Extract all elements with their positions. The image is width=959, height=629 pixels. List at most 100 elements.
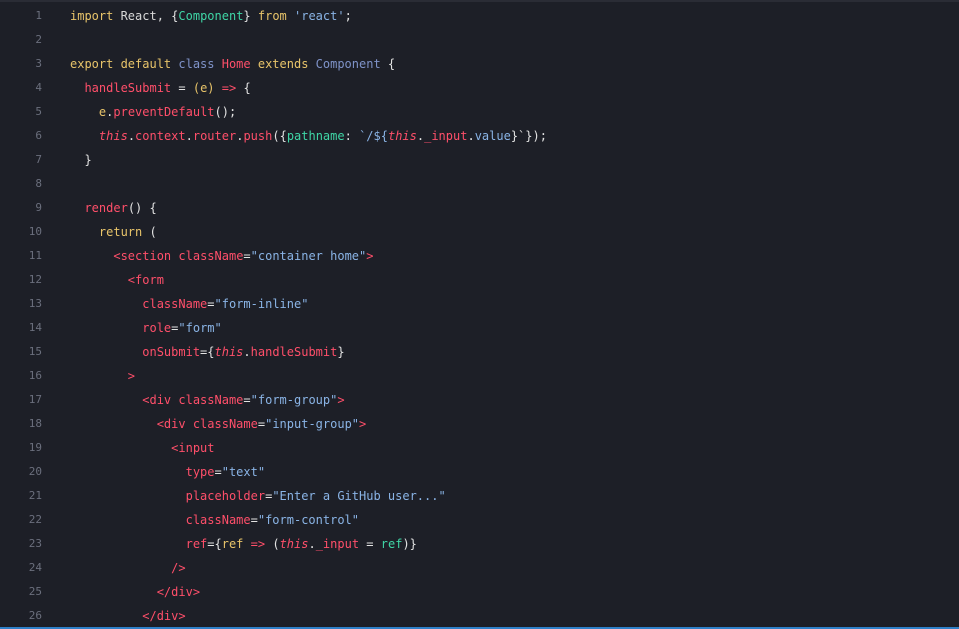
line-number: 12 bbox=[28, 273, 42, 286]
code-line[interactable]: 12 <form bbox=[0, 268, 959, 292]
code-token: className bbox=[178, 393, 244, 407]
code-token: ; bbox=[344, 9, 352, 23]
code-line[interactable]: 4 handleSubmit = (e) => { bbox=[0, 76, 959, 100]
code-token: { bbox=[243, 81, 251, 95]
line-number: 26 bbox=[28, 609, 42, 622]
line-number: 7 bbox=[35, 153, 42, 166]
code-line[interactable]: 3 export default class Home extends Compo… bbox=[0, 52, 959, 76]
code-token: ref bbox=[221, 537, 244, 551]
code-token: = bbox=[359, 537, 381, 551]
code-token: "form" bbox=[178, 321, 222, 335]
code-token: . bbox=[243, 345, 251, 359]
code-token: . bbox=[308, 537, 316, 551]
code-line[interactable]: 17 <div className="form-group"> bbox=[0, 388, 959, 412]
code-line[interactable]: 14 role="form" bbox=[0, 316, 959, 340]
code-line[interactable]: 5 e.preventDefault(); bbox=[0, 100, 959, 124]
code-editor[interactable]: 1 import React, {Component} from 'react';… bbox=[0, 0, 959, 629]
code-token: "input-group" bbox=[265, 417, 360, 431]
code-token: pathname bbox=[286, 129, 345, 143]
code-token: () { bbox=[127, 201, 157, 215]
code-token: = bbox=[207, 297, 215, 311]
code-line[interactable]: 15 onSubmit={this.handleSubmit} bbox=[0, 340, 959, 364]
code-text: render() { bbox=[70, 196, 157, 220]
code-token: "container home" bbox=[250, 249, 367, 263]
code-line[interactable]: 23 ref={ref => (this._input = ref)} bbox=[0, 532, 959, 556]
code-line[interactable]: 9 render() { bbox=[0, 196, 959, 220]
line-number: 15 bbox=[28, 345, 42, 358]
code-line[interactable]: 13 className="form-inline" bbox=[0, 292, 959, 316]
code-token: => bbox=[243, 537, 273, 551]
code-token: }` bbox=[510, 129, 526, 143]
code-token: className bbox=[178, 249, 244, 263]
code-token: type bbox=[185, 465, 215, 479]
code-token: <input bbox=[171, 441, 215, 455]
code-token: { bbox=[387, 57, 396, 71]
code-token: <div bbox=[142, 393, 179, 407]
line-number: 11 bbox=[28, 249, 42, 262]
code-line[interactable]: 1 import React, {Component} from 'react'; bbox=[0, 4, 959, 28]
line-number: 14 bbox=[28, 321, 42, 334]
code-line[interactable]: 18 <div className="input-group"> bbox=[0, 412, 959, 436]
code-token: (); bbox=[214, 105, 237, 119]
code-token: (e) bbox=[192, 81, 215, 95]
code-line[interactable]: 25 </div> bbox=[0, 580, 959, 604]
code-token: this bbox=[214, 345, 244, 359]
line-number: 21 bbox=[28, 489, 42, 502]
code-token: } bbox=[243, 9, 258, 23]
code-token: > bbox=[359, 417, 367, 431]
code-token: = bbox=[243, 249, 251, 263]
code-text: <div className="form-group"> bbox=[70, 388, 345, 412]
code-line[interactable]: 11 <section className="container home"> bbox=[0, 244, 959, 268]
line-number: 24 bbox=[28, 561, 42, 574]
code-token: > bbox=[337, 393, 345, 407]
code-token: `/${ bbox=[359, 129, 388, 143]
code-token: ={ bbox=[207, 537, 222, 551]
code-text: handleSubmit = (e) => { bbox=[70, 76, 251, 100]
line-number: 25 bbox=[28, 585, 42, 598]
code-token: <form bbox=[127, 273, 164, 287]
code-token: onSubmit bbox=[142, 345, 201, 359]
code-token: this bbox=[387, 129, 417, 143]
code-line[interactable]: 22 className="form-control" bbox=[0, 508, 959, 532]
code-token: context bbox=[135, 129, 186, 143]
code-line[interactable]: 10 return ( bbox=[0, 220, 959, 244]
line-number: 19 bbox=[28, 441, 42, 454]
code-token: } bbox=[337, 345, 345, 359]
code-line[interactable]: 20 type="text" bbox=[0, 460, 959, 484]
code-token: export default bbox=[70, 57, 179, 71]
code-token: }); bbox=[525, 129, 547, 143]
code-token: <section bbox=[113, 249, 179, 263]
code-token: handleSubmit bbox=[84, 81, 172, 95]
code-line[interactable]: 19 <input bbox=[0, 436, 959, 460]
line-number: 17 bbox=[28, 393, 42, 406]
code-line[interactable]: 2 bbox=[0, 28, 959, 52]
line-number: 6 bbox=[35, 129, 42, 142]
code-token: _input bbox=[315, 537, 360, 551]
code-token: Component bbox=[315, 57, 388, 71]
code-line[interactable]: 21 placeholder="Enter a GitHub user..." bbox=[0, 484, 959, 508]
code-line[interactable]: 6 this.context.router.push({pathname: `/… bbox=[0, 124, 959, 148]
code-text: return ( bbox=[70, 220, 157, 244]
code-token: className bbox=[142, 297, 208, 311]
code-token: = bbox=[243, 393, 251, 407]
code-line[interactable]: 8 bbox=[0, 172, 959, 196]
code-token: this bbox=[98, 129, 128, 143]
code-token: /> bbox=[171, 561, 186, 575]
code-text: type="text" bbox=[70, 460, 266, 484]
code-token: preventDefault bbox=[113, 105, 215, 119]
code-line[interactable]: 16 > bbox=[0, 364, 959, 388]
code-text: } bbox=[70, 148, 91, 172]
code-text: <form bbox=[70, 268, 164, 292]
code-text: <div className="input-group"> bbox=[70, 412, 367, 436]
code-line[interactable]: 7 } bbox=[0, 148, 959, 172]
code-line[interactable]: 24 /> bbox=[0, 556, 959, 580]
line-number: 13 bbox=[28, 297, 42, 310]
code-line[interactable]: 26 </div> bbox=[0, 604, 959, 628]
